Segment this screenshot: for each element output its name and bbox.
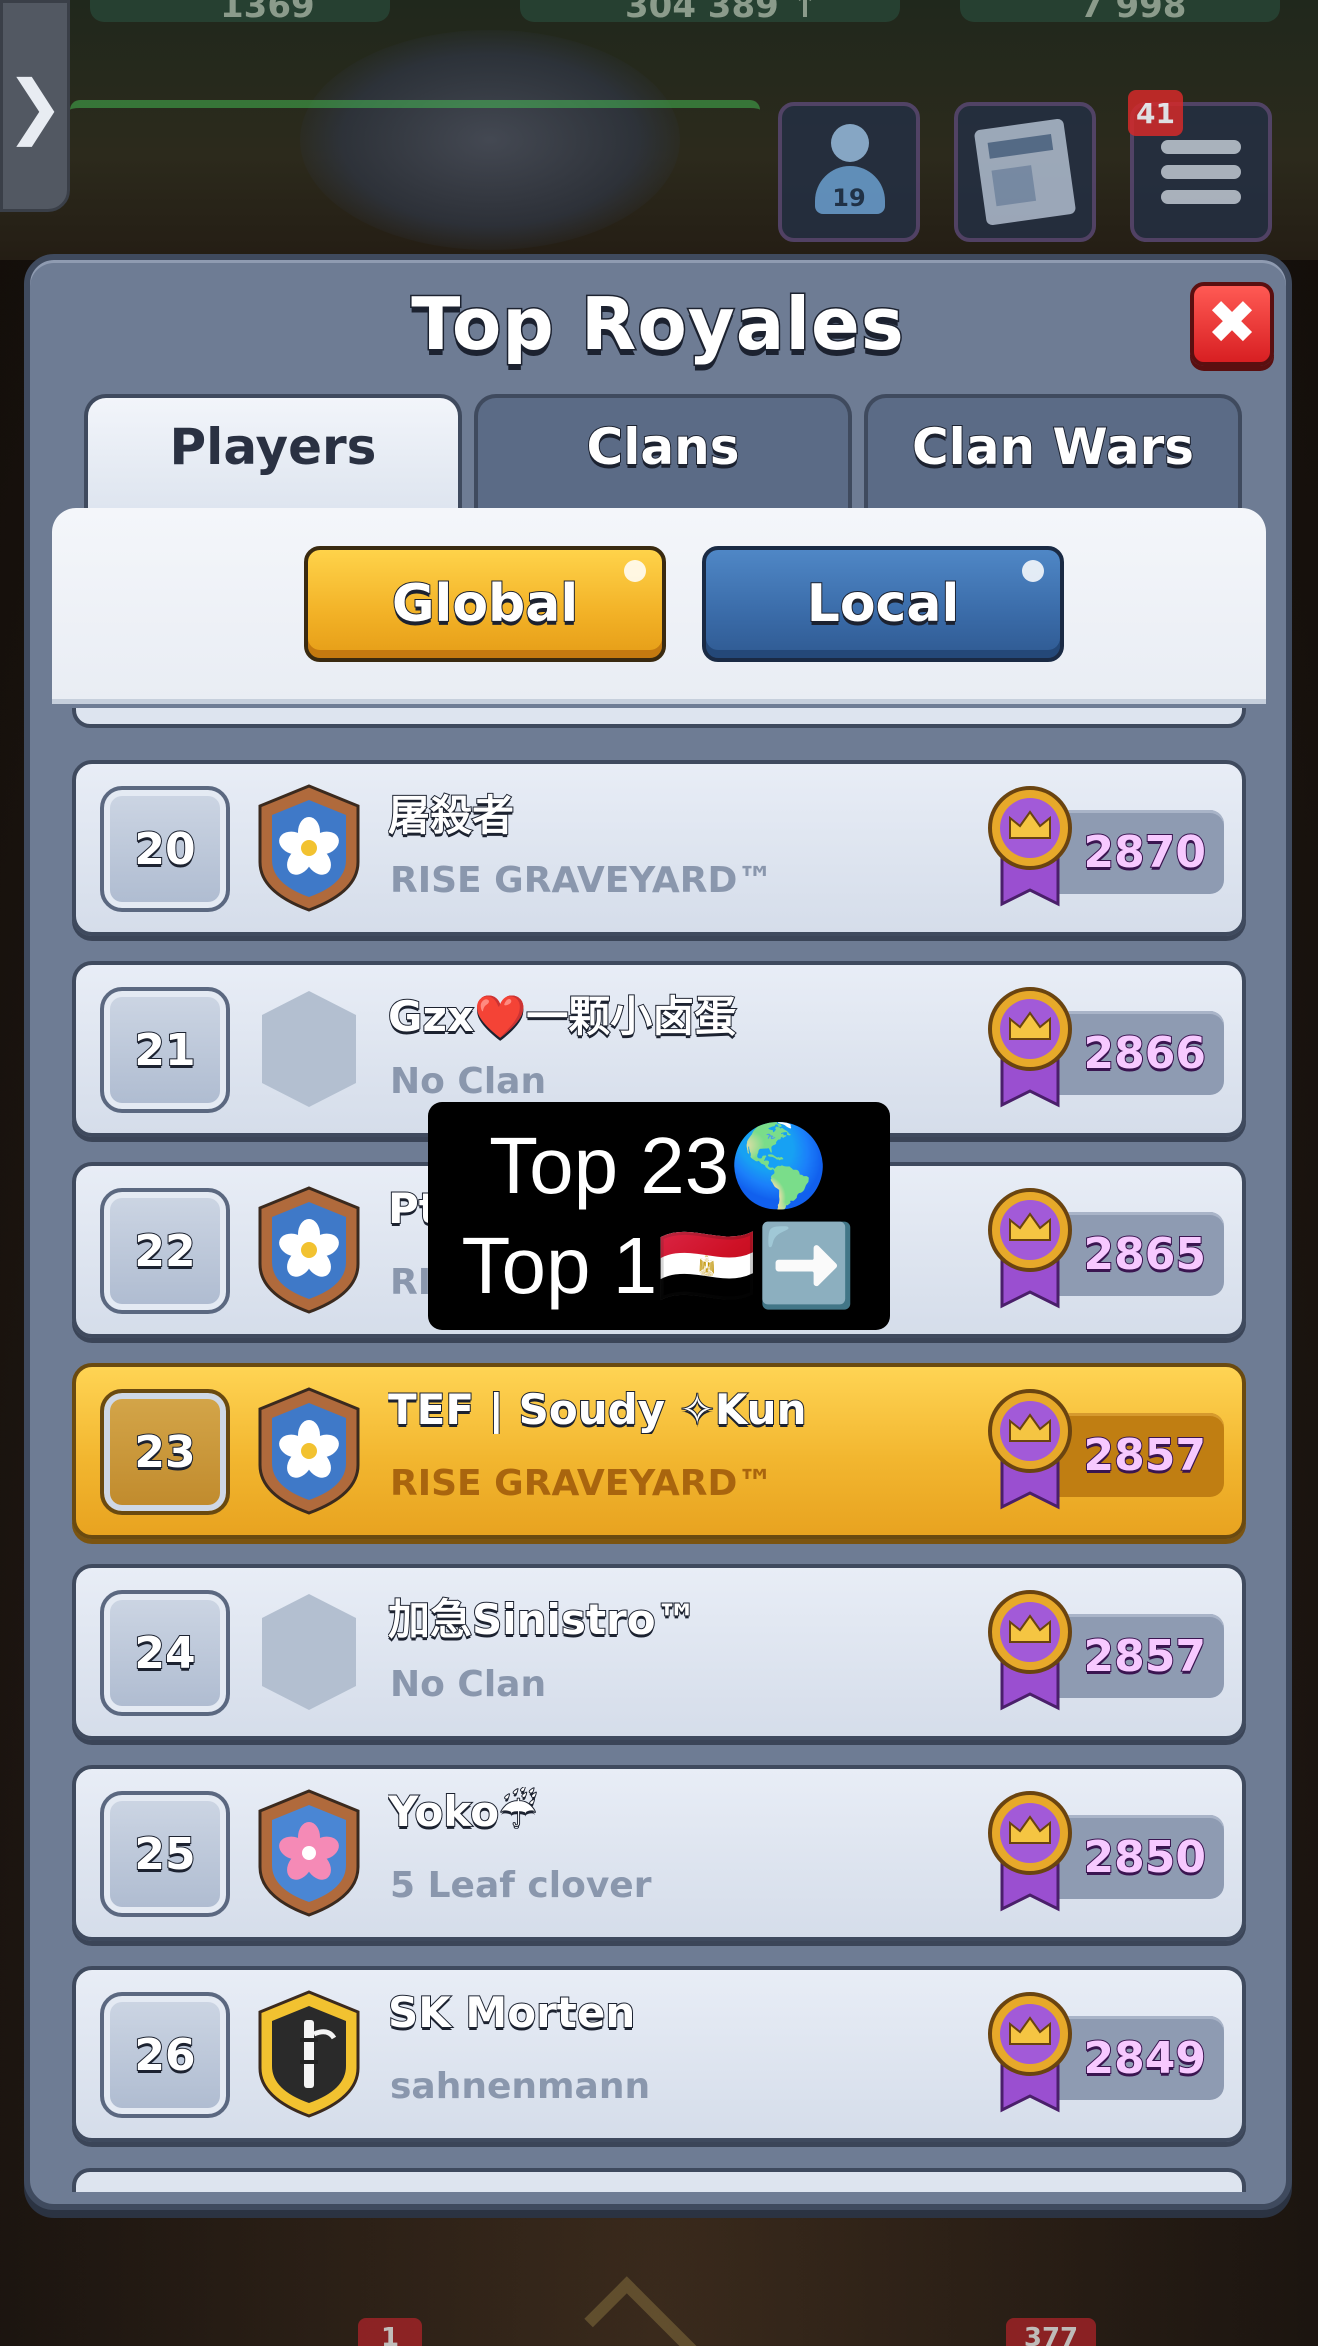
clan-badge-icon bbox=[256, 1789, 362, 1917]
side-panel-tab[interactable]: ❯ bbox=[0, 0, 70, 212]
clan-name: No Clan bbox=[390, 1061, 547, 1102]
tab-players[interactable]: Players bbox=[84, 394, 462, 514]
tab-clans[interactable]: Clans bbox=[474, 394, 852, 514]
local-button-label: Local bbox=[806, 573, 961, 635]
gold-value: 304 389 ↑ bbox=[625, 0, 820, 26]
clan-name: No Clan bbox=[390, 1664, 547, 1705]
rank-number: 23 bbox=[100, 1389, 230, 1515]
list-item-partial bbox=[72, 2168, 1246, 2192]
player-row[interactable]: 25 Yoko☔ 5 Leaf clover 2850 bbox=[72, 1765, 1246, 1941]
player-name: SK Morten bbox=[388, 1988, 636, 2037]
crown-medal-icon bbox=[984, 784, 1076, 908]
tab-clan-wars[interactable]: Clan Wars bbox=[864, 394, 1242, 514]
arena-highlight bbox=[70, 100, 760, 240]
global-button-label: Global bbox=[391, 573, 579, 635]
rank-number: 24 bbox=[100, 1590, 230, 1716]
friends-button[interactable]: 19 bbox=[778, 102, 920, 242]
menu-notification-badge: 41 bbox=[1128, 90, 1183, 136]
rank-number: 22 bbox=[100, 1188, 230, 1314]
player-name: Yoko☔ bbox=[388, 1787, 538, 1836]
region-filter: Global Local bbox=[52, 508, 1266, 704]
player-row-current[interactable]: 23 TEF | Soudy ✧Kun RISE GRAVEYARD™ 2857 bbox=[72, 1363, 1246, 1539]
news-button[interactable] bbox=[954, 102, 1096, 242]
close-button[interactable]: ✖ bbox=[1190, 282, 1274, 366]
hamburger-icon bbox=[1161, 140, 1241, 204]
bottom-nav-badge: 377 bbox=[1006, 2318, 1096, 2346]
clan-badge-icon bbox=[256, 1387, 362, 1515]
caption-line-1: Top 23🌎 bbox=[489, 1121, 829, 1210]
level-value: 1369 bbox=[220, 0, 315, 26]
rank-number: 21 bbox=[100, 987, 230, 1113]
list-item-partial bbox=[72, 708, 1246, 728]
crown-medal-icon bbox=[984, 1387, 1076, 1511]
player-name: 屠殺者 bbox=[388, 790, 515, 841]
crown-medal-icon bbox=[984, 1186, 1076, 1310]
crown-medal-icon bbox=[984, 1990, 1076, 2114]
background-hud: 1369 304 389 ↑ 7 998 bbox=[0, 0, 1318, 260]
clan-badge-icon bbox=[256, 1990, 362, 2118]
player-name: Gzx❤️一颗小卤蛋 bbox=[388, 991, 737, 1042]
video-caption-overlay: Top 23🌎 Top 1🇪🇬➡️ bbox=[428, 1102, 890, 1330]
friends-count: 19 bbox=[832, 184, 866, 212]
global-button[interactable]: Global bbox=[304, 546, 666, 662]
bottom-nav-chevron-icon bbox=[584, 2276, 712, 2346]
clan-name: RISE GRAVEYARD™ bbox=[390, 1463, 774, 1504]
clan-name: sahnenmann bbox=[390, 2066, 651, 2107]
chevron-right-icon: ❯ bbox=[5, 65, 65, 147]
rank-number: 26 bbox=[100, 1992, 230, 2118]
clan-badge-icon bbox=[256, 784, 362, 912]
clan-name: RISE GRAVEYARD™ bbox=[390, 860, 774, 901]
leaderboard-tabs: Players Clans Clan Wars bbox=[84, 394, 1244, 514]
clan-name: 5 Leaf clover bbox=[390, 1865, 652, 1906]
close-icon: ✖ bbox=[1206, 288, 1258, 358]
player-row[interactable]: 26 SK Morten sahnenmann 2849 bbox=[72, 1966, 1246, 2142]
player-row[interactable]: 20 屠殺者 RISE GRAVEYARD™ 2870 bbox=[72, 760, 1246, 936]
player-name: 加急Sinistro™ bbox=[388, 1594, 699, 1645]
clan-badge-icon bbox=[256, 985, 362, 1113]
clan-badge-icon bbox=[256, 1186, 362, 1314]
crown-medal-icon bbox=[984, 1588, 1076, 1712]
rank-number: 25 bbox=[100, 1791, 230, 1917]
player-name: TEF | Soudy ✧Kun bbox=[388, 1385, 807, 1434]
crown-medal-icon bbox=[984, 1789, 1076, 1913]
player-row[interactable]: 24 加急Sinistro™ No Clan 2857 bbox=[72, 1564, 1246, 1740]
local-button[interactable]: Local bbox=[702, 546, 1064, 662]
panel-title: Top Royales bbox=[410, 281, 905, 368]
bottom-nav-badge: 1 bbox=[358, 2318, 422, 2346]
newspaper-icon bbox=[973, 118, 1077, 226]
friends-icon: 19 bbox=[809, 122, 889, 222]
gems-value: 7 998 bbox=[1080, 0, 1187, 26]
crown-medal-icon bbox=[984, 985, 1076, 1109]
rank-number: 20 bbox=[100, 786, 230, 912]
player-ranking-list[interactable]: 20 屠殺者 RISE GRAVEYARD™ 2870 21 Gzx❤️一颗小卤… bbox=[52, 708, 1266, 2192]
caption-line-2: Top 1🇪🇬➡️ bbox=[461, 1221, 857, 1310]
clan-badge-icon bbox=[256, 1588, 362, 1716]
